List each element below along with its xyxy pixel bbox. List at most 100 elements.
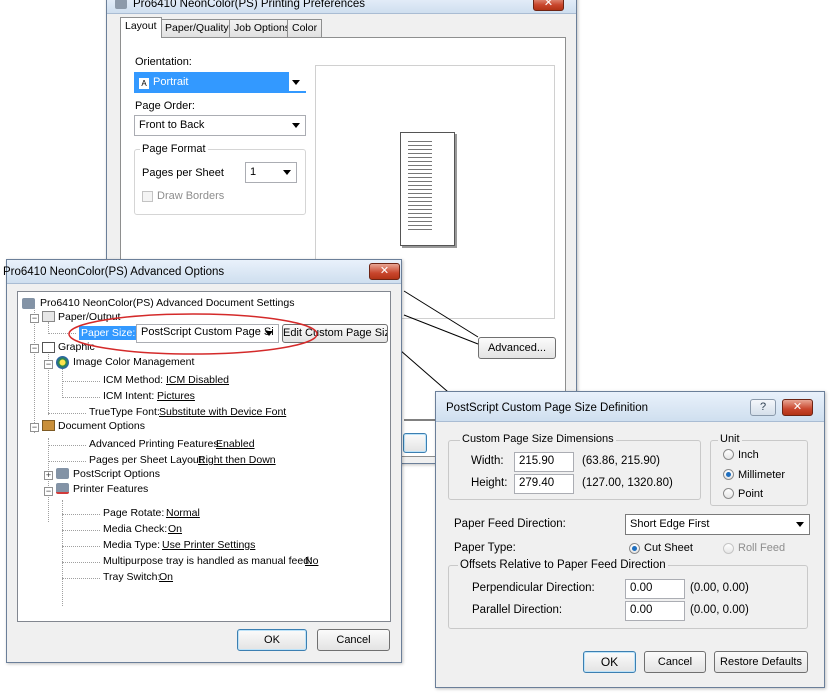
unit-millimeter-label: Millimeter	[738, 469, 786, 481]
color-management-icon	[56, 356, 69, 369]
unit-millimeter-radio[interactable]	[723, 469, 734, 480]
tree-connector	[34, 308, 35, 433]
icm-method-value[interactable]: ICM Disabled	[166, 373, 229, 387]
icm-intent-value[interactable]: Pictures	[157, 389, 195, 403]
advanced-cancel-button[interactable]: Cancel	[317, 629, 390, 651]
truetype-font-label: TrueType Font:	[89, 406, 160, 418]
orientation-label: Orientation:	[135, 56, 192, 68]
page-preview-image	[400, 132, 455, 246]
graphic-icon	[42, 342, 55, 353]
tree-connector	[62, 514, 100, 515]
paper-size-label[interactable]: Paper Size:	[79, 326, 138, 340]
orientation-select[interactable]: A Portrait	[134, 72, 306, 93]
dimensions-group	[448, 440, 701, 500]
advanced-close-button[interactable]: ✕	[369, 263, 400, 280]
text-lines-icon	[408, 141, 432, 231]
prefs-title: Pro6410 NeonColor(PS) Printing Preferenc…	[133, 0, 366, 10]
collapse-icon[interactable]: −	[44, 487, 53, 496]
document-options-icon	[42, 420, 55, 431]
collapse-icon[interactable]: −	[30, 423, 39, 432]
pages-per-sheet-select[interactable]: 1	[245, 162, 297, 183]
printer-features-icon	[56, 483, 69, 494]
prefs-close-button[interactable]: ✕	[533, 0, 564, 11]
collapse-icon[interactable]: −	[30, 314, 39, 323]
media-type-value[interactable]: Use Printer Settings	[162, 538, 255, 552]
tree-connector	[62, 530, 100, 531]
prefs-ok-button[interactable]	[403, 433, 427, 453]
expand-icon[interactable]: +	[44, 471, 53, 480]
tree-connector	[62, 397, 100, 398]
paper-output-icon	[42, 311, 55, 322]
edit-custom-page-size-button[interactable]: Edit Custom Page Size...	[282, 324, 388, 343]
tree-connector	[62, 500, 63, 606]
page-rotate-label: Page Rotate:	[103, 507, 165, 519]
dimensions-title: Custom Page Size Dimensions	[460, 433, 616, 445]
advanced-button[interactable]: Advanced...	[478, 337, 556, 359]
tab-color[interactable]: Color	[287, 19, 323, 37]
perpendicular-input[interactable]: 0.00	[625, 579, 685, 599]
roll-feed-radio[interactable]	[723, 543, 734, 554]
paper-size-select[interactable]: PostScript Custom Page Si	[136, 324, 279, 343]
tab-job-options[interactable]: Job Options	[229, 19, 296, 37]
custom-title: PostScript Custom Page Size Definition	[446, 402, 648, 414]
tree-paper-output[interactable]: Paper/Output	[58, 310, 120, 324]
tree-postscript-options[interactable]: PostScript Options	[73, 467, 160, 481]
cut-sheet-radio[interactable]	[629, 543, 640, 554]
multipurpose-value[interactable]: No	[305, 554, 318, 568]
printer-icon	[56, 468, 69, 479]
feed-direction-select[interactable]: Short Edge First	[625, 514, 810, 535]
draw-borders-checkbox[interactable]	[142, 191, 153, 202]
width-input[interactable]: 215.90	[514, 452, 574, 472]
collapse-icon[interactable]: −	[30, 344, 39, 353]
custom-cancel-button[interactable]: Cancel	[644, 651, 706, 673]
tree-connector	[62, 562, 100, 563]
height-label: Height:	[471, 477, 508, 489]
feed-direction-label: Paper Feed Direction:	[454, 518, 566, 530]
printer-icon	[115, 0, 127, 9]
custom-ok-button[interactable]: OK	[583, 651, 636, 673]
page-rotate-value[interactable]: Normal	[166, 506, 200, 520]
perpendicular-range: (0.00, 0.00)	[690, 582, 749, 594]
height-range: (127.00, 1320.80)	[582, 477, 673, 489]
chevron-down-icon	[265, 331, 273, 336]
tree-connector	[48, 333, 76, 334]
tree-printer-features[interactable]: Printer Features	[73, 482, 148, 496]
pages-layout-value[interactable]: Right then Down	[198, 453, 276, 467]
page-order-select[interactable]: Front to Back	[134, 115, 306, 136]
chevron-down-icon	[283, 170, 291, 175]
collapse-icon[interactable]: −	[44, 360, 53, 369]
cut-sheet-label: Cut Sheet	[644, 542, 693, 554]
truetype-font-value[interactable]: Substitute with Device Font	[159, 405, 286, 419]
restore-defaults-button[interactable]: Restore Defaults	[714, 651, 808, 673]
media-check-label: Media Check:	[103, 523, 168, 535]
tree-document-options[interactable]: Document Options	[58, 419, 145, 433]
tree-connector	[48, 461, 86, 462]
draw-borders-label: Draw Borders	[157, 190, 225, 202]
custom-close-button[interactable]: ✕	[782, 399, 813, 416]
width-label: Width:	[471, 455, 504, 467]
unit-point-radio[interactable]	[723, 488, 734, 499]
tab-paper-quality[interactable]: Paper/Quality	[160, 19, 234, 37]
tab-layout[interactable]: Layout	[120, 17, 162, 38]
custom-titlebar: PostScript Custom Page Size Definition ?…	[436, 392, 824, 422]
width-range: (63.86, 215.90)	[582, 455, 661, 467]
tree-graphic[interactable]: Graphic	[58, 340, 95, 354]
perpendicular-label: Perpendicular Direction:	[472, 582, 595, 594]
adv-printing-value[interactable]: Enabled	[216, 437, 255, 451]
unit-inch-label: Inch	[738, 449, 759, 461]
media-check-value[interactable]: On	[168, 522, 182, 536]
tree-root: Pro6410 NeonColor(PS) Advanced Document …	[40, 297, 295, 309]
tray-switch-value[interactable]: On	[159, 570, 173, 584]
help-button[interactable]: ?	[750, 399, 776, 416]
chevron-down-icon	[292, 80, 300, 85]
parallel-input[interactable]: 0.00	[625, 601, 685, 621]
unit-inch-radio[interactable]	[723, 449, 734, 460]
prefs-titlebar: Pro6410 NeonColor(PS) Printing Preferenc…	[107, 0, 576, 14]
tree-connector	[48, 438, 49, 522]
pages-layout-label: Pages per Sheet Layout:	[89, 454, 205, 466]
advanced-ok-button[interactable]: OK	[237, 629, 307, 651]
tree-icm[interactable]: Image Color Management	[73, 355, 194, 369]
media-type-label: Media Type:	[103, 539, 161, 551]
height-input[interactable]: 279.40	[514, 474, 574, 494]
advanced-settings-tree[interactable]: Pro6410 NeonColor(PS) Advanced Document …	[17, 291, 391, 622]
